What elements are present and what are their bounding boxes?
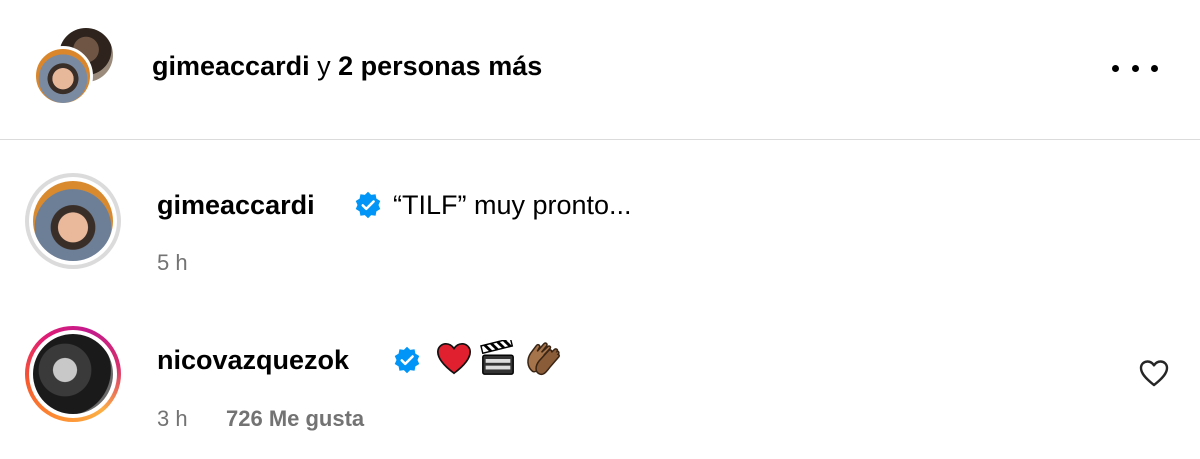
comment-username[interactable]: gimeaccardi xyxy=(157,190,315,221)
header-username[interactable]: gimeaccardi xyxy=(152,51,310,81)
avatar-ring xyxy=(25,173,121,269)
comment-username[interactable]: nicovazquezok xyxy=(157,345,349,376)
header-connector: y xyxy=(317,51,331,81)
more-horizontal-icon[interactable] xyxy=(1112,58,1158,78)
verified-badge-icon xyxy=(355,191,381,219)
comment-time[interactable]: 5 h xyxy=(157,250,188,276)
heart-outline-icon[interactable] xyxy=(1138,358,1170,388)
header-title: gimeaccardi y 2 personas más xyxy=(152,51,542,82)
avatar-stack[interactable] xyxy=(33,28,113,108)
comment-time[interactable]: 3 h xyxy=(157,406,188,432)
avatar-primary xyxy=(33,46,93,106)
header-others[interactable]: 2 personas más xyxy=(338,51,542,81)
avatar[interactable] xyxy=(33,181,113,261)
comment-text: “TILF” muy pronto... xyxy=(393,190,632,220)
clapper-board-emoji xyxy=(480,340,514,375)
comment-likes[interactable]: 726 Me gusta xyxy=(226,406,364,432)
clapping-hands-emoji xyxy=(527,342,560,376)
avatar-story-ring xyxy=(25,326,121,422)
avatar[interactable] xyxy=(33,334,113,414)
verified-badge-icon xyxy=(394,346,420,374)
red-heart-emoji xyxy=(436,342,472,375)
post-header: gimeaccardi y 2 personas más xyxy=(0,0,1200,140)
